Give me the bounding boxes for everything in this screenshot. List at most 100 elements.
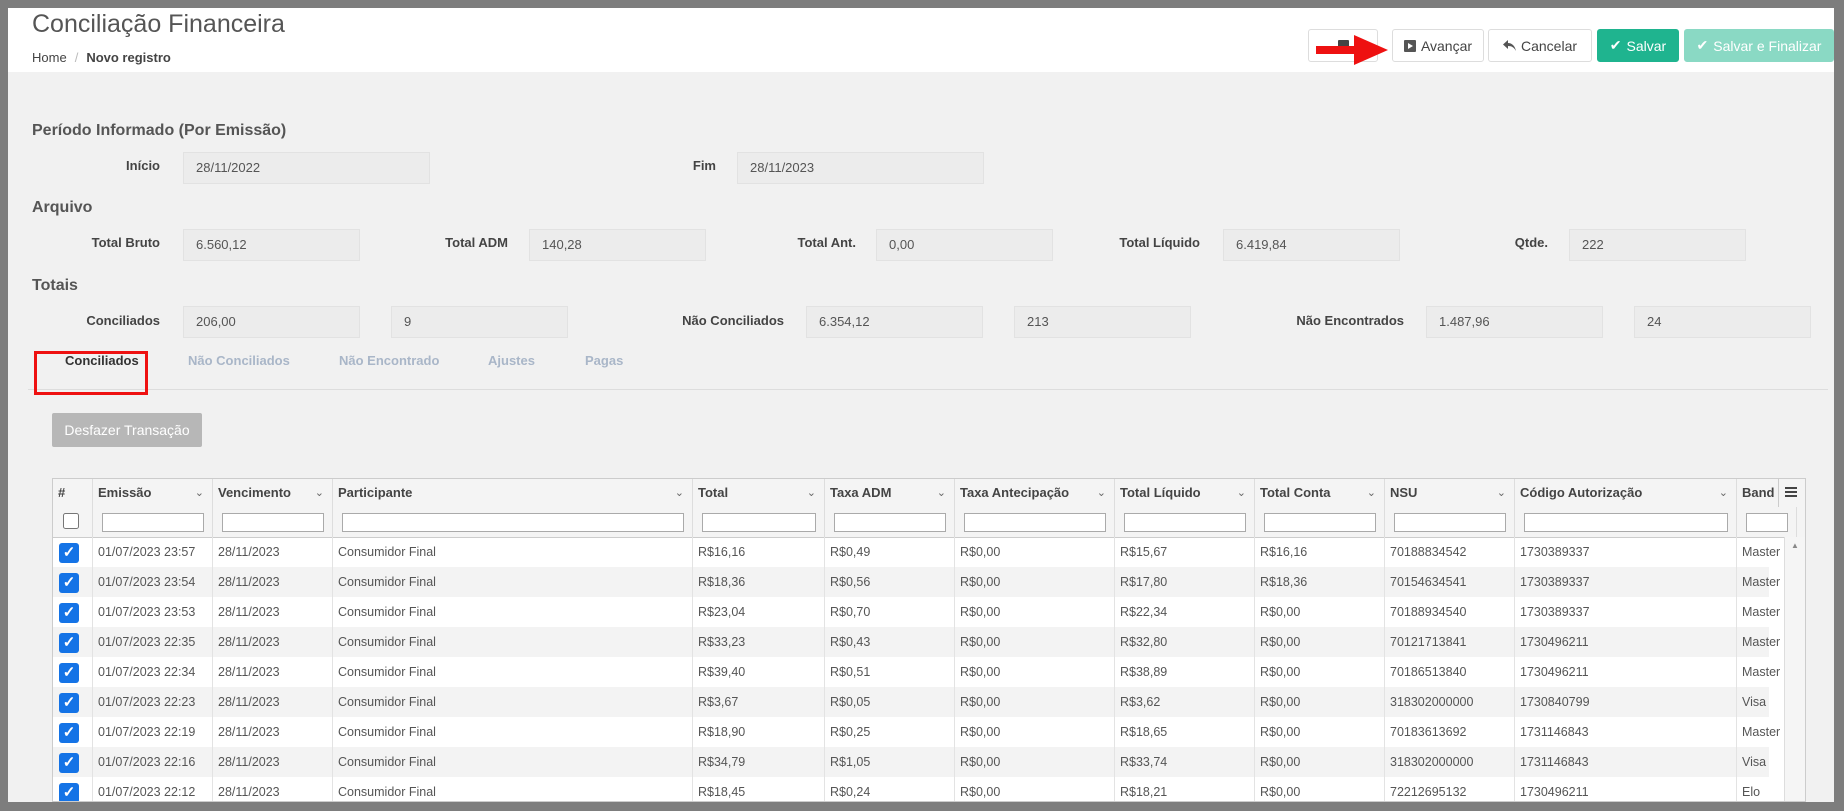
select-cell: ✓ <box>53 747 93 777</box>
chevron-down-icon[interactable]: ⌄ <box>807 479 816 507</box>
table-row[interactable]: ✓ 01/07/2023 23:53 28/11/2023 Consumidor Fi… <box>53 597 1797 627</box>
filter-cell-bandeira <box>1737 507 1797 537</box>
chevron-down-icon[interactable]: ⌄ <box>1237 479 1246 507</box>
table-row[interactable]: ✓ 01/07/2023 22:16 28/11/2023 Consumidor Fi… <box>53 747 1797 777</box>
totais-section-title: Totais <box>32 277 78 294</box>
row-checkbox[interactable]: ✓ <box>59 723 79 743</box>
conciliados-qtde-field[interactable]: 9 <box>391 306 568 338</box>
salvar-finalizar-button[interactable]: ✔ Salvar e Finalizar <box>1684 29 1834 62</box>
chevron-down-icon[interactable]: ⌄ <box>675 479 684 507</box>
table-row[interactable]: ✓ 01/07/2023 22:35 28/11/2023 Consumidor Fi… <box>53 627 1797 657</box>
chevron-down-icon[interactable]: ⌄ <box>1497 479 1506 507</box>
column-header-participante[interactable]: Participante ⌄ <box>333 479 693 507</box>
cell-emissao: 01/07/2023 22:34 <box>93 657 213 687</box>
conciliados-valor-field[interactable]: 206,00 <box>183 306 360 338</box>
tab-ajustes[interactable]: Ajustes <box>488 353 535 368</box>
table-row[interactable]: ✓ 01/07/2023 23:54 28/11/2023 Consumidor Fi… <box>53 567 1797 597</box>
vertical-scrollbar[interactable]: ▲ <box>1784 537 1805 801</box>
row-checkbox[interactable]: ✓ <box>59 753 79 773</box>
cell-total: R$39,40 <box>693 657 825 687</box>
cell-vencimento: 28/11/2023 <box>213 657 333 687</box>
cancelar-button[interactable]: Cancelar <box>1488 29 1592 62</box>
cell-vencimento: 28/11/2023 <box>213 687 333 717</box>
column-header-emissao[interactable]: Emissão ⌄ <box>93 479 213 507</box>
nao-conciliados-qtde-field[interactable]: 213 <box>1014 306 1191 338</box>
row-checkbox[interactable]: ✓ <box>59 603 79 623</box>
total-adm-field[interactable]: 140,28 <box>529 229 706 261</box>
table-row[interactable]: ✓ 01/07/2023 22:12 28/11/2023 Consumidor Fi… <box>53 777 1797 801</box>
row-checkbox[interactable]: ✓ <box>59 663 79 683</box>
column-header-total-liquido[interactable]: Total Líquido ⌄ <box>1115 479 1255 507</box>
row-checkbox[interactable]: ✓ <box>59 633 79 653</box>
nao-encontrados-valor-field[interactable]: 1.487,96 <box>1426 306 1603 338</box>
tab-nao-encontrado[interactable]: Não Encontrado <box>339 353 439 368</box>
row-checkbox[interactable]: ✓ <box>59 783 79 801</box>
grid-menu-button[interactable] <box>1778 479 1803 507</box>
fim-field[interactable]: 28/11/2023 <box>737 152 984 184</box>
tab-nao-conciliados[interactable]: Não Conciliados <box>188 353 290 368</box>
filter-input-bandeira[interactable] <box>1746 513 1788 532</box>
table-row[interactable]: ✓ 01/07/2023 22:23 28/11/2023 Consumidor Fi… <box>53 687 1797 717</box>
filter-input-total-conta[interactable] <box>1264 513 1376 532</box>
column-header-codigo-autorizacao[interactable]: Código Autorização ⌄ <box>1515 479 1737 507</box>
page-title: Conciliação Financeira <box>32 10 285 38</box>
column-header-total-conta[interactable]: Total Conta ⌄ <box>1255 479 1385 507</box>
select-all-checkbox[interactable] <box>63 513 79 529</box>
cancelar-label: Cancelar <box>1520 37 1578 54</box>
filter-input-participante[interactable] <box>342 513 684 532</box>
desfazer-transacao-button[interactable]: Desfazer Transação <box>52 413 202 447</box>
reply-icon <box>1502 40 1516 51</box>
chevron-down-icon[interactable]: ⌄ <box>1719 479 1728 507</box>
column-header-total[interactable]: Total ⌄ <box>693 479 825 507</box>
filter-input-nsu[interactable] <box>1394 513 1506 532</box>
table-row[interactable]: ✓ 01/07/2023 22:34 28/11/2023 Consumidor Fi… <box>53 657 1797 687</box>
chevron-down-icon[interactable]: ⌄ <box>937 479 946 507</box>
nao-encontrados-qtde-field[interactable]: 24 <box>1634 306 1811 338</box>
nao-encontrados-label: Não Encontrados <box>1296 313 1404 328</box>
table-row[interactable]: ✓ 01/07/2023 22:19 28/11/2023 Consumidor Fi… <box>53 717 1797 747</box>
column-header-taxa-adm[interactable]: Taxa ADM ⌄ <box>825 479 955 507</box>
filter-input-codigo-autorizacao[interactable] <box>1524 513 1728 532</box>
filter-input-emissao[interactable] <box>102 513 204 532</box>
total-liquido-field[interactable]: 6.419,84 <box>1223 229 1400 261</box>
column-header-select[interactable]: # <box>53 479 93 507</box>
play-icon <box>1403 39 1416 52</box>
cell-participante: Consumidor Final <box>333 657 693 687</box>
chevron-down-icon[interactable]: ⌄ <box>1367 479 1376 507</box>
filter-input-taxa-adm[interactable] <box>834 513 946 532</box>
breadcrumb-home-link[interactable]: Home <box>32 50 67 65</box>
chevron-down-icon[interactable]: ⌄ <box>315 479 324 507</box>
row-checkbox[interactable]: ✓ <box>59 693 79 713</box>
cell-participante: Consumidor Final <box>333 687 693 717</box>
avancar-button[interactable]: Avançar <box>1392 29 1484 62</box>
filter-input-total[interactable] <box>702 513 816 532</box>
total-bruto-field[interactable]: 6.560,12 <box>183 229 360 261</box>
column-header-vencimento[interactable]: Vencimento ⌄ <box>213 479 333 507</box>
inicio-field[interactable]: 28/11/2022 <box>183 152 430 184</box>
salvar-button[interactable]: ✔ Salvar <box>1597 29 1679 62</box>
chevron-down-icon[interactable]: ⌄ <box>195 479 204 507</box>
tab-pagas[interactable]: Pagas <box>585 353 623 368</box>
cell-taxa-adm: R$0,49 <box>825 537 955 567</box>
total-ant-field[interactable]: 0,00 <box>876 229 1053 261</box>
cell-total-conta: R$0,00 <box>1255 597 1385 627</box>
filter-input-vencimento[interactable] <box>222 513 324 532</box>
total-bruto-label: Total Bruto <box>91 235 160 250</box>
column-header-taxa-antecipacao[interactable]: Taxa Antecipação ⌄ <box>955 479 1115 507</box>
nao-conciliados-valor-field[interactable]: 6.354,12 <box>806 306 983 338</box>
cell-vencimento: 28/11/2023 <box>213 567 333 597</box>
row-checkbox[interactable]: ✓ <box>59 573 79 593</box>
filter-cell-participante <box>333 507 693 537</box>
row-checkbox[interactable]: ✓ <box>59 543 79 563</box>
cell-taxa-antecipacao: R$0,00 <box>955 537 1115 567</box>
total-adm-label: Total ADM <box>445 235 508 250</box>
chevron-down-icon[interactable]: ⌄ <box>1097 479 1106 507</box>
qtde-field[interactable]: 222 <box>1569 229 1746 261</box>
table-row[interactable]: ✓ 01/07/2023 23:57 28/11/2023 Consumidor Fi… <box>53 537 1797 567</box>
filter-input-total-liquido[interactable] <box>1124 513 1246 532</box>
transactions-grid: # Emissão ⌄ Vencimento ⌄ Participante ⌄ Total ⌄ T… <box>52 478 1806 802</box>
filter-input-taxa-antecipacao[interactable] <box>964 513 1106 532</box>
cell-codigo-autorizacao: 1731146843 <box>1515 747 1737 777</box>
column-header-nsu[interactable]: NSU ⌄ <box>1385 479 1515 507</box>
cell-total: R$18,36 <box>693 567 825 597</box>
